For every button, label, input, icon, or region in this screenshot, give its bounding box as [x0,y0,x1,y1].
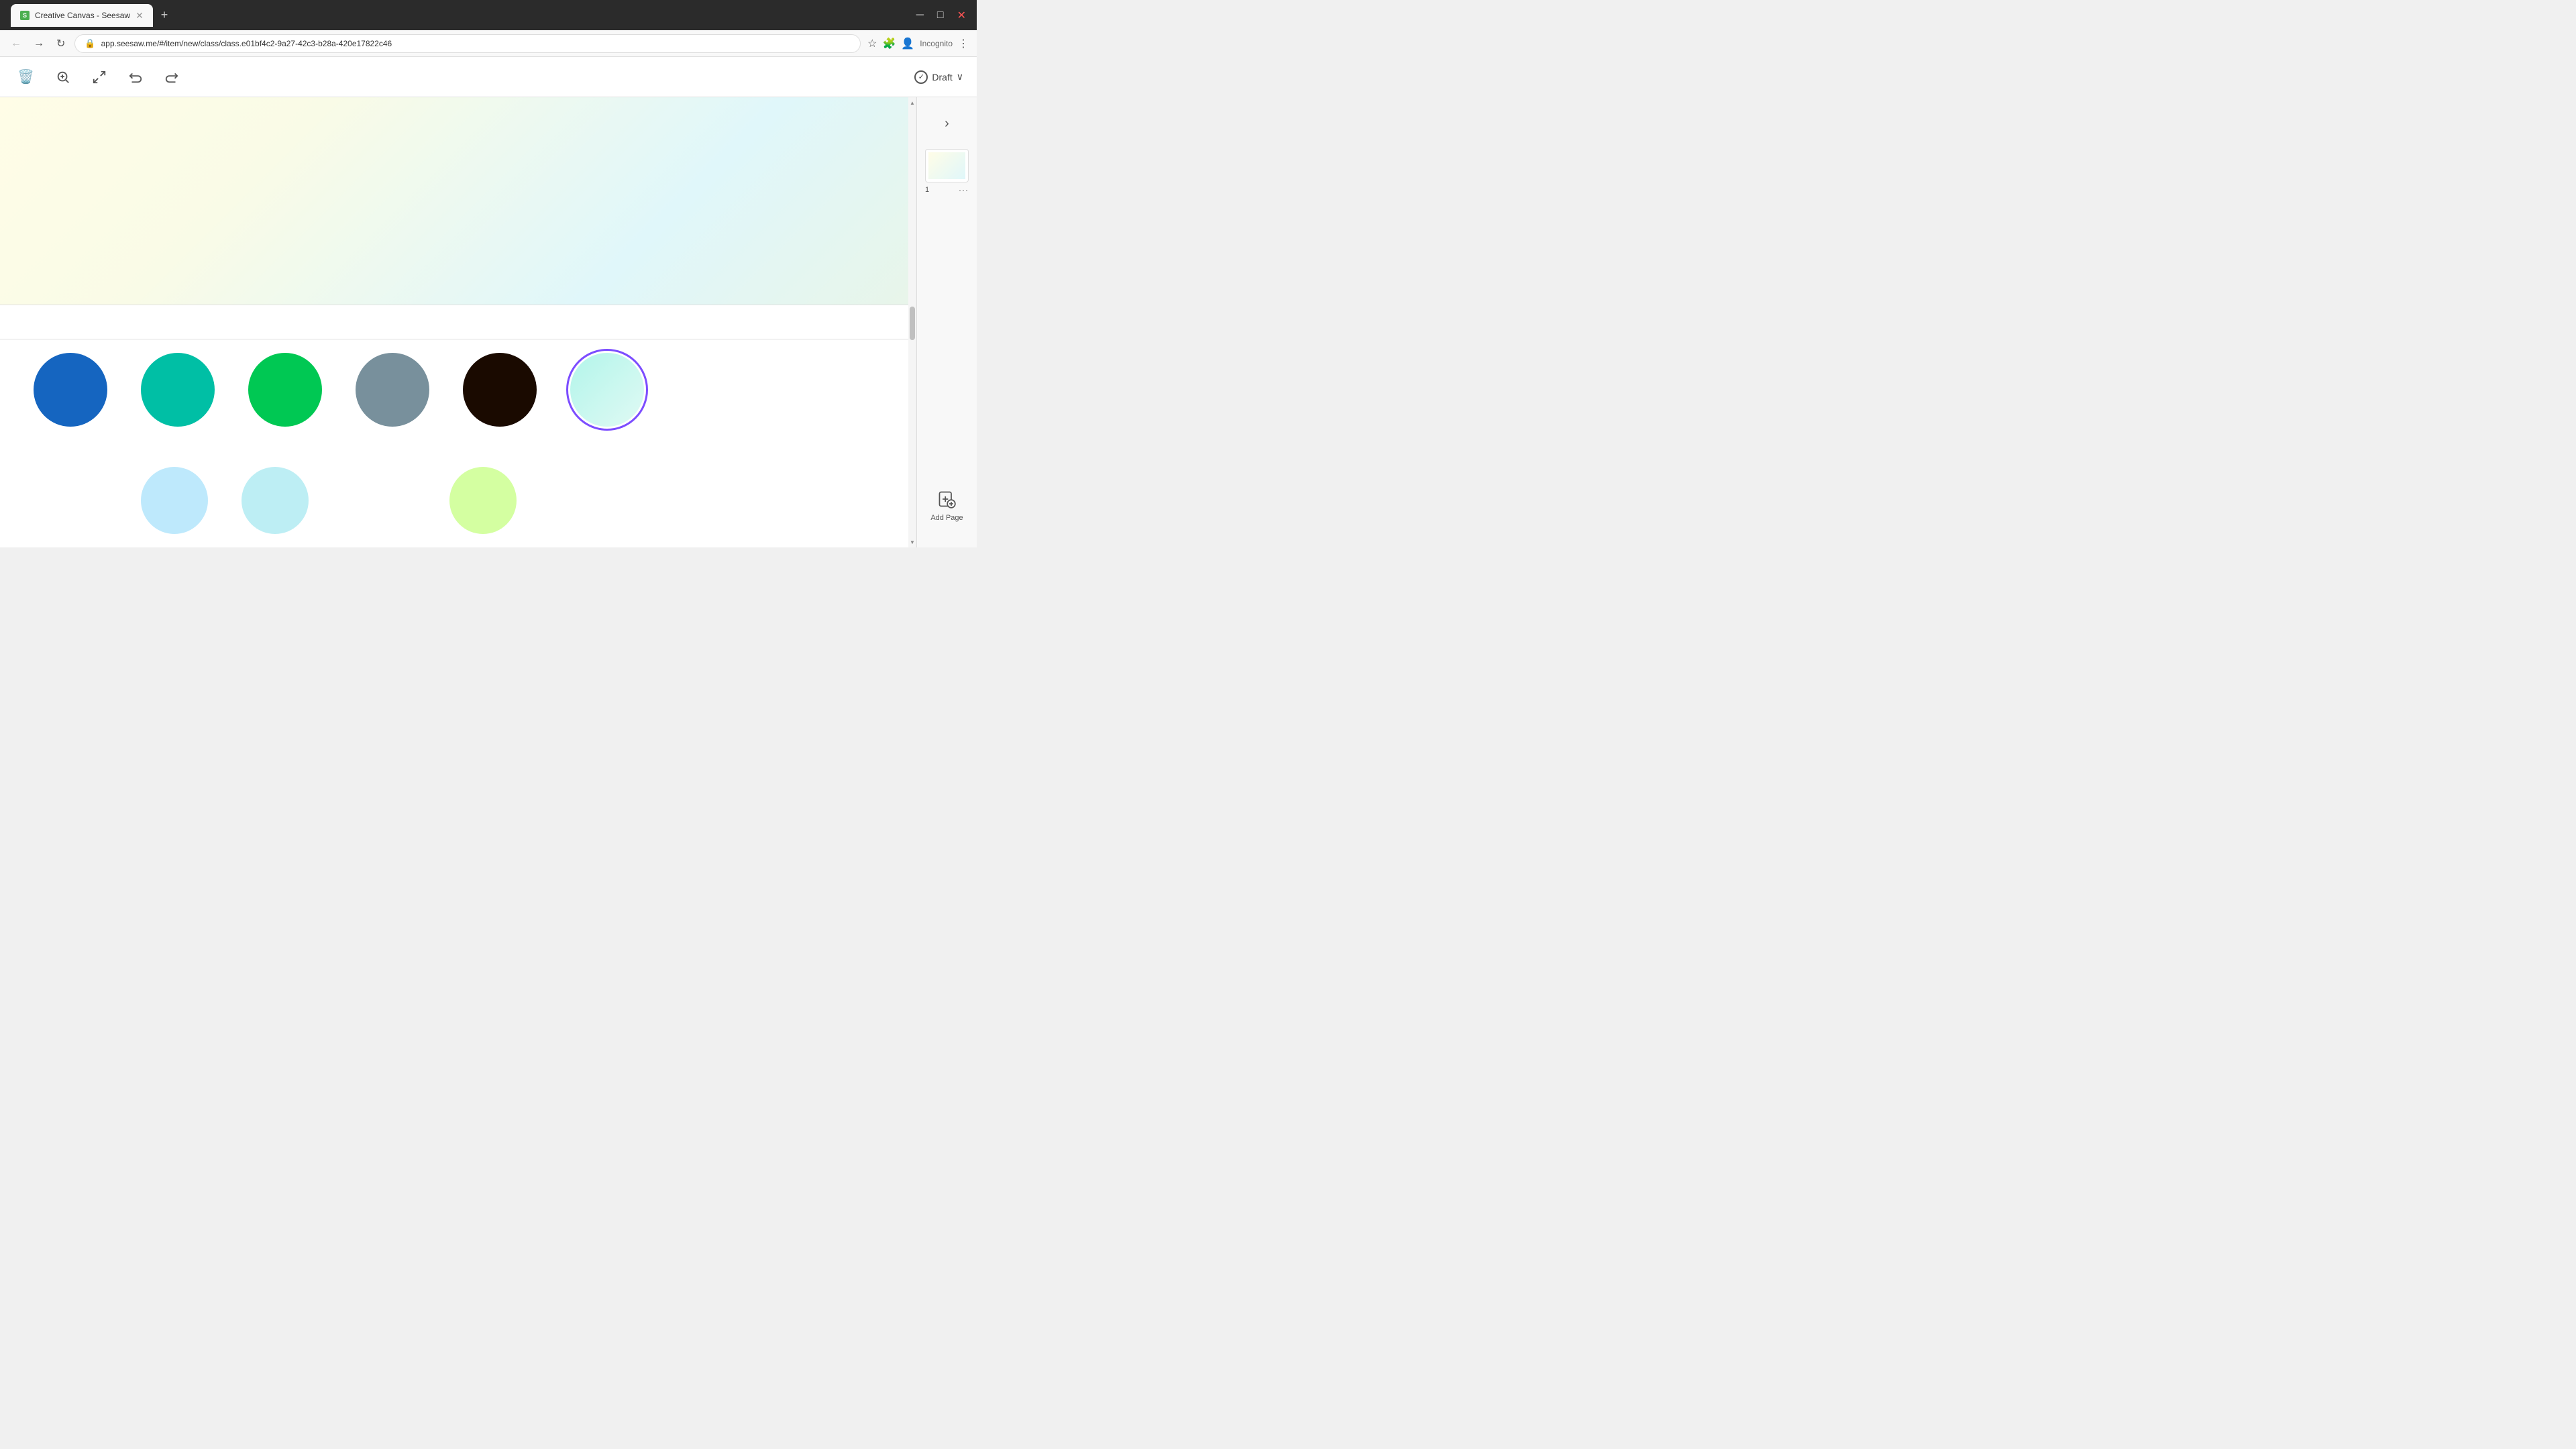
dark-brown-circle[interactable] [463,353,537,427]
forward-button[interactable]: → [31,35,47,52]
tab-title: Creative Canvas - Seesaw [35,11,130,20]
right-sidebar: › 1 ··· [916,97,977,547]
page-info-row: 1 ··· [925,185,969,195]
main-area: ▲ ▼ › 1 ··· [0,97,977,547]
redo-button[interactable] [160,66,183,89]
new-tab-button[interactable]: + [156,5,174,25]
blue-circle[interactable] [34,353,107,427]
menu-icon[interactable]: ⋮ [958,37,969,50]
tab-favicon: S [20,11,30,20]
draft-dropdown-icon: ∨ [957,71,963,83]
mint-circle[interactable] [570,353,644,427]
add-page-button[interactable]: Add Page [925,482,968,527]
scrollbar-thumb[interactable] [910,307,915,340]
sidebar-expand-button[interactable]: › [939,111,955,137]
canvas-area[interactable]: ▲ ▼ [0,97,916,547]
page-more-button[interactable]: ··· [959,185,969,195]
scrollbar-track[interactable]: ▲ ▼ [908,97,916,547]
draft-button[interactable]: ✓ Draft ∨ [914,70,963,84]
back-button[interactable]: ← [8,35,24,52]
color-circles-row2 [0,467,908,534]
draft-check-icon: ✓ [914,70,928,84]
url-text: app.seesaw.me/#/item/new/class/class.e01… [101,39,851,48]
address-bar: ← → ↻ 🔒 app.seesaw.me/#/item/new/class/c… [0,30,977,57]
refresh-button[interactable]: ↻ [54,34,68,53]
page-number: 1 [925,186,929,194]
minimize-button[interactable]: ─ [911,6,929,25]
add-page-label: Add Page [930,514,963,522]
active-tab[interactable]: S Creative Canvas - Seesaw ✕ [11,4,153,27]
teal-circle[interactable] [141,353,215,427]
window-controls-right: ─ □ ✕ [911,6,971,25]
url-bar[interactable]: 🔒 app.seesaw.me/#/item/new/class/class.e… [74,34,861,53]
scrollbar-down-arrow[interactable]: ▼ [908,537,916,547]
page-thumbnail-container: 1 ··· [925,144,969,195]
color-circles-row1 [0,339,908,440]
page-thumbnail[interactable] [925,149,969,182]
add-page-icon [934,487,959,511]
light-cyan-circle[interactable] [241,467,309,534]
delete-button[interactable]: 🗑️ [13,64,38,89]
draft-label: Draft [932,72,952,83]
extensions-icon[interactable]: 🧩 [882,37,896,50]
light-green-circle[interactable] [449,467,517,534]
bookmark-icon[interactable]: ☆ [867,37,877,50]
browser-actions: ☆ 🧩 👤 Incognito ⋮ [867,37,969,50]
tab-close-button[interactable]: ✕ [136,11,144,20]
profile-icon[interactable]: 👤 [901,37,914,50]
app-toolbar: 🗑️ [0,57,977,97]
zoom-in-button[interactable] [52,66,74,89]
fullscreen-button[interactable] [88,66,111,89]
green-circle[interactable] [248,353,322,427]
incognito-label: Incognito [920,39,953,48]
scrollbar-up-arrow[interactable]: ▲ [908,97,916,108]
close-button[interactable]: ✕ [952,6,971,25]
restore-button[interactable]: □ [932,6,949,25]
canvas-gradient [0,97,916,305]
undo-button[interactable] [124,66,147,89]
tab-bar: S Creative Canvas - Seesaw ✕ + ─ □ ✕ [0,0,977,30]
browser-window: S Creative Canvas - Seesaw ✕ + ─ □ ✕ ← →… [0,0,977,547]
gray-circle[interactable] [356,353,429,427]
tab-container: S Creative Canvas - Seesaw ✕ + [11,4,906,27]
light-blue-circle[interactable] [141,467,208,534]
